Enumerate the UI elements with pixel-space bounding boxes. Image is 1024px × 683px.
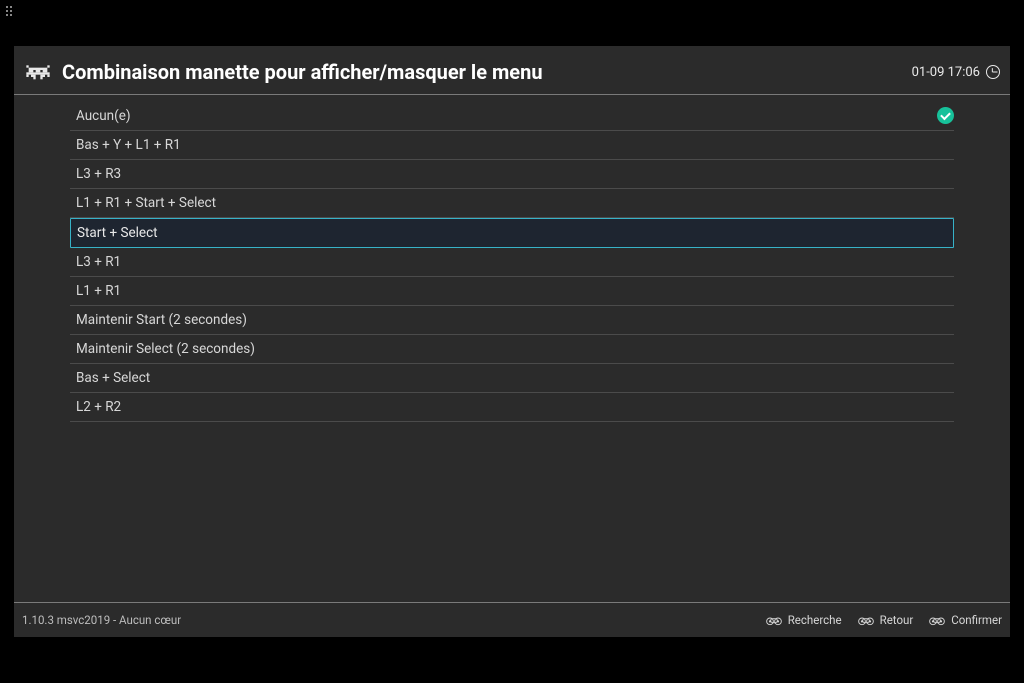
option-label: L3 + R1 [76, 254, 948, 270]
option-label: Aucun(e) [76, 108, 937, 124]
app-window: Combinaison manette pour afficher/masque… [14, 46, 1010, 637]
option-row[interactable]: Maintenir Select (2 secondes) [70, 335, 954, 364]
option-row[interactable]: L1 + R1 [70, 277, 954, 306]
back-button[interactable]: Retour [858, 613, 914, 627]
clock-icon [986, 65, 1000, 79]
gamepad-icon [858, 613, 874, 627]
confirm-button[interactable]: Confirmer [929, 613, 1002, 627]
option-label: L1 + R1 + Start + Select [76, 195, 948, 211]
option-row[interactable]: Maintenir Start (2 secondes) [70, 306, 954, 335]
option-list: Aucun(e) Bas + Y + L1 + R1 L3 + R3 L1 + R1 … [14, 95, 1010, 422]
clock: 01-09 17:06 [912, 65, 1000, 80]
option-row[interactable]: L2 + R2 [70, 393, 954, 422]
page-title: Combinaison manette pour afficher/masque… [62, 60, 912, 84]
search-button[interactable]: Recherche [766, 613, 842, 627]
option-row[interactable]: Bas + Select [70, 364, 954, 393]
option-row[interactable]: L1 + R1 + Start + Select [70, 189, 954, 218]
gamepad-icon [929, 613, 945, 627]
checkmark-icon [937, 107, 954, 124]
option-label: Bas + Y + L1 + R1 [76, 137, 948, 153]
version-text: 1.10.3 msvc2019 - Aucun cœur [22, 613, 181, 627]
gamepad-icon [766, 613, 782, 627]
header-bar: Combinaison manette pour afficher/masque… [14, 46, 1010, 95]
retroarch-logo-icon [24, 62, 52, 82]
option-label: L1 + R1 [76, 283, 948, 299]
option-row[interactable]: Aucun(e) [70, 101, 954, 131]
option-label: Maintenir Start (2 secondes) [76, 312, 948, 328]
option-label: L2 + R2 [76, 399, 948, 415]
option-label: Bas + Select [76, 370, 948, 386]
option-row[interactable]: L3 + R3 [70, 160, 954, 189]
option-row[interactable]: Start + Select [70, 218, 954, 248]
option-row[interactable]: Bas + Y + L1 + R1 [70, 131, 954, 160]
window-drag-handle[interactable] [6, 6, 14, 18]
option-label: Start + Select [77, 225, 947, 241]
search-label: Recherche [788, 613, 842, 627]
back-label: Retour [880, 613, 914, 627]
clock-text: 01-09 17:06 [912, 65, 980, 80]
option-row[interactable]: L3 + R1 [70, 248, 954, 277]
confirm-label: Confirmer [951, 613, 1002, 627]
footer-bar: 1.10.3 msvc2019 - Aucun cœur Recherche R… [14, 602, 1010, 637]
option-label: L3 + R3 [76, 166, 948, 182]
option-label: Maintenir Select (2 secondes) [76, 341, 948, 357]
